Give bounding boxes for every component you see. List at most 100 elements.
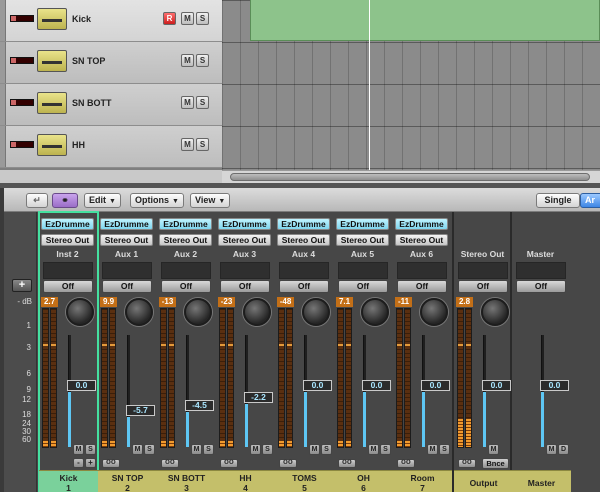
automation-mode-button[interactable]: Off — [102, 280, 152, 293]
insert-slot[interactable]: EzDrumme — [277, 218, 330, 230]
output-slot[interactable]: Stereo Out — [159, 234, 212, 246]
peak-indicator[interactable]: -48 — [277, 297, 294, 307]
fader-value[interactable]: 0.0 — [540, 379, 569, 391]
link-icon[interactable] — [458, 457, 476, 468]
insert-slot[interactable]: EzDrumme — [159, 218, 212, 230]
automation-mode-button[interactable]: Off — [397, 280, 447, 293]
track-row-kick[interactable]: Kick R M S — [0, 0, 222, 42]
output-slot[interactable]: Stereo Out — [277, 234, 330, 246]
fader-value[interactable]: 0.0 — [482, 379, 511, 391]
master-channel-strip[interactable]: Master Off 0.0 M D Master — [512, 212, 571, 492]
mute-button[interactable]: M — [181, 96, 194, 109]
solo-button[interactable]: S — [196, 54, 209, 67]
fader-value[interactable]: 0.0 — [362, 379, 391, 391]
peak-indicator[interactable]: 2.7 — [41, 297, 58, 307]
automation-mode-button[interactable]: Off — [279, 280, 329, 293]
output-slot[interactable]: Stereo Out — [41, 234, 94, 246]
fader-value[interactable]: -2.2 — [244, 391, 273, 403]
output-channel-strip[interactable]: Stereo Out Off 2.8 0.0 M Bnce Output — [454, 212, 513, 492]
automation-mode-button[interactable]: Off — [516, 280, 566, 293]
output-slot[interactable]: Stereo Out — [218, 234, 271, 246]
mute-button[interactable]: M — [73, 444, 84, 455]
mute-button[interactable]: M — [250, 444, 261, 455]
automation-mode-button[interactable]: Off — [338, 280, 388, 293]
track-row-hh[interactable]: HH M S — [0, 126, 222, 168]
fader-value[interactable]: 0.0 — [421, 379, 450, 391]
insert-slot[interactable]: EzDrumme — [395, 218, 448, 230]
solo-button[interactable]: S — [203, 444, 214, 455]
pan-knob[interactable] — [66, 298, 94, 326]
solo-button[interactable]: S — [144, 444, 155, 455]
peak-indicator[interactable]: 7.1 — [336, 297, 353, 307]
channel-strip[interactable]: EzDrumme Stereo Out Inst 2 Off 2.7 0.0 M… — [38, 211, 99, 492]
solo-button[interactable]: S — [196, 96, 209, 109]
channel-name-plate[interactable]: Master — [512, 470, 571, 492]
link-icon[interactable] — [102, 457, 120, 468]
playhead[interactable] — [369, 0, 370, 170]
solo-button[interactable]: S — [321, 444, 332, 455]
automation-mode-button[interactable]: Off — [458, 280, 508, 293]
insert-slot[interactable]: EzDrumme — [218, 218, 271, 230]
channel-strip[interactable]: EzDrumme Stereo Out Aux 2 Off -13 -4.5 M… — [157, 212, 216, 492]
channel-name-plate[interactable]: Output — [454, 470, 513, 492]
fader-value[interactable]: 0.0 — [303, 379, 332, 391]
solo-button[interactable]: S — [85, 444, 96, 455]
mute-button[interactable]: M — [427, 444, 438, 455]
channel-strip[interactable]: EzDrumme Stereo Out Aux 1 Off 9.9 -5.7 M… — [98, 212, 157, 492]
up-arrow-button[interactable]: ↵ — [26, 193, 48, 208]
solo-button[interactable]: S — [196, 12, 209, 25]
pan-knob[interactable] — [302, 298, 330, 326]
pan-knob[interactable] — [184, 298, 212, 326]
link-icon[interactable] — [220, 457, 238, 468]
solo-button[interactable]: S — [380, 444, 391, 455]
edit-menu-button[interactable]: Edit ▼ — [84, 193, 121, 208]
horizontal-scrollbar[interactable] — [222, 170, 600, 183]
mute-button[interactable]: M — [309, 444, 320, 455]
send-slot[interactable] — [279, 262, 329, 279]
peak-indicator[interactable]: 2.8 — [456, 297, 473, 307]
options-menu-button[interactable]: Options ▼ — [130, 193, 184, 208]
channel-name-plate[interactable]: SN TOP 2 — [98, 470, 157, 492]
send-slot[interactable] — [43, 262, 93, 279]
mute-button[interactable]: M — [488, 444, 499, 455]
link-button[interactable]: ⚭ — [52, 193, 78, 208]
mute-button[interactable]: M — [546, 444, 557, 455]
bounce-button[interactable]: Bnce — [482, 458, 509, 469]
dim-button[interactable]: D — [558, 444, 569, 455]
balance-knob[interactable] — [481, 298, 509, 326]
mute-button[interactable]: M — [132, 444, 143, 455]
audio-region-kick[interactable] — [250, 0, 600, 41]
channel-name-plate[interactable]: HH 4 — [216, 470, 275, 492]
solo-button[interactable]: S — [196, 138, 209, 151]
peak-indicator[interactable]: -23 — [218, 297, 235, 307]
output-slot[interactable]: Stereo Out — [100, 234, 153, 246]
peak-indicator[interactable]: 9.9 — [100, 297, 117, 307]
send-slot[interactable] — [458, 262, 508, 279]
view-menu-button[interactable]: View ▼ — [190, 193, 231, 208]
peak-indicator[interactable]: -11 — [395, 297, 412, 307]
pan-knob[interactable] — [125, 298, 153, 326]
arrange-view-button[interactable]: Ar — [580, 193, 600, 208]
mute-button[interactable]: M — [181, 12, 194, 25]
output-slot[interactable]: Stereo Out — [395, 234, 448, 246]
channel-name-plate[interactable]: SN BOTT 3 — [157, 470, 216, 492]
channel-name-plate[interactable]: OH 6 — [334, 470, 393, 492]
timeline-area[interactable] — [222, 0, 600, 170]
channel-strip[interactable]: EzDrumme Stereo Out Aux 4 Off -48 0.0 M … — [275, 212, 334, 492]
track-row-sn-bott[interactable]: SN BOTT M S — [0, 84, 222, 126]
output-slot[interactable]: Stereo Out — [336, 234, 389, 246]
track-row-sn-top[interactable]: SN TOP M S — [0, 42, 222, 84]
solo-button[interactable]: S — [439, 444, 450, 455]
channel-strip[interactable]: EzDrumme Stereo Out Aux 3 Off -23 -2.2 M… — [216, 212, 275, 492]
single-view-button[interactable]: Single — [536, 193, 580, 208]
fader-value[interactable]: -5.7 — [126, 405, 155, 417]
pan-knob[interactable] — [243, 298, 271, 326]
mute-button[interactable]: M — [191, 444, 202, 455]
peak-indicator[interactable]: -13 — [159, 297, 176, 307]
insert-slot[interactable]: EzDrumme — [41, 218, 94, 230]
insert-slot[interactable]: EzDrumme — [336, 218, 389, 230]
fader-value[interactable]: 0.0 — [67, 379, 96, 391]
send-slot[interactable] — [220, 262, 270, 279]
channel-name-plate[interactable]: Room 7 — [393, 470, 452, 492]
pan-knob[interactable] — [420, 298, 448, 326]
